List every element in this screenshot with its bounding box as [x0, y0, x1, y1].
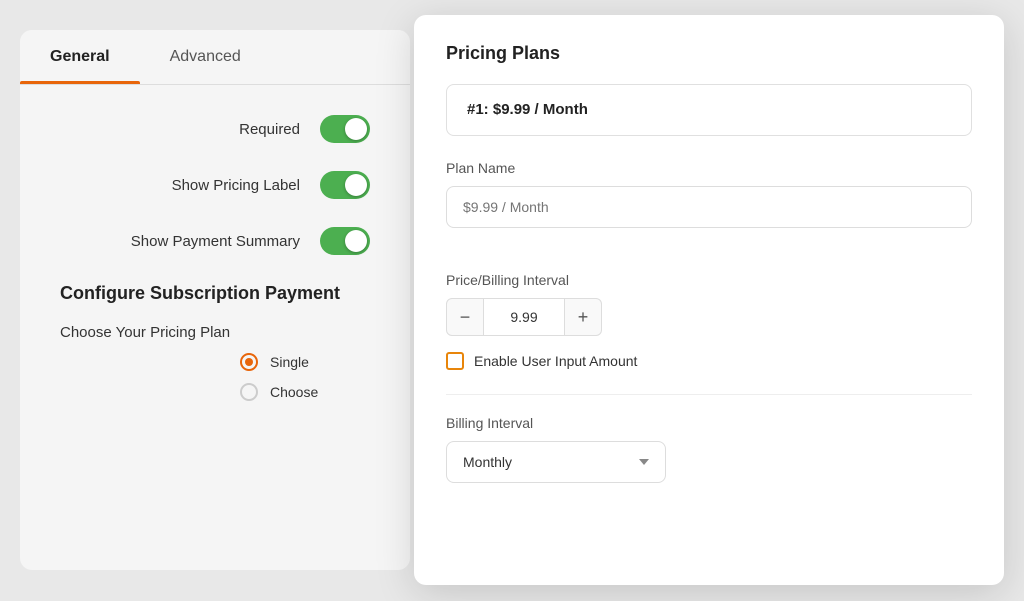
plan-header: #1: $9.99 / Month: [446, 84, 972, 136]
divider: [446, 394, 972, 395]
plan-options: Single Choose: [60, 353, 370, 401]
price-billing-label: Price/Billing Interval: [446, 272, 972, 288]
single-option-label: Single: [270, 354, 309, 370]
choose-option-label: Choose: [270, 384, 318, 400]
show-payment-summary-toggle[interactable]: [320, 227, 370, 255]
plus-button[interactable]: +: [564, 298, 602, 336]
plan-header-title: #1: $9.99 / Month: [467, 101, 588, 118]
enable-user-input-row: Enable User Input Amount: [446, 352, 972, 370]
single-option-row: Single: [240, 353, 370, 371]
show-pricing-label-label: Show Pricing Label: [172, 177, 300, 194]
required-toggle[interactable]: [320, 115, 370, 143]
enable-user-input-label: Enable User Input Amount: [474, 353, 637, 369]
pricing-plans-modal: Pricing Plans #1: $9.99 / Month Plan Nam…: [414, 15, 1004, 585]
tab-advanced[interactable]: Advanced: [140, 30, 271, 84]
choose-option-row: Choose: [240, 383, 370, 401]
price-controls: − +: [446, 298, 972, 336]
price-billing-section: Price/Billing Interval − + Enable User I…: [446, 272, 972, 370]
billing-interval-select[interactable]: Monthly: [446, 441, 666, 483]
settings-panel: General Advanced Required Show Pricing L…: [20, 30, 410, 570]
billing-interval-value: Monthly: [463, 454, 512, 470]
price-input[interactable]: [484, 298, 564, 336]
required-row: Required: [60, 115, 370, 143]
billing-interval-section: Billing Interval Monthly: [446, 415, 972, 483]
billing-interval-label: Billing Interval: [446, 415, 972, 431]
radio-single[interactable]: [240, 353, 258, 371]
tabs-row: General Advanced: [20, 30, 410, 85]
chevron-down-icon: [639, 459, 649, 465]
plan-name-input[interactable]: [446, 186, 972, 228]
plan-name-label: Plan Name: [446, 160, 972, 176]
minus-button[interactable]: −: [446, 298, 484, 336]
required-label: Required: [239, 121, 300, 138]
radio-choose[interactable]: [240, 383, 258, 401]
configure-section-title: Configure Subscription Payment: [60, 283, 370, 304]
show-pricing-label-row: Show Pricing Label: [60, 171, 370, 199]
plan-name-section: Plan Name: [446, 160, 972, 252]
show-payment-summary-label: Show Payment Summary: [131, 233, 300, 250]
show-pricing-label-toggle[interactable]: [320, 171, 370, 199]
tab-general[interactable]: General: [20, 30, 140, 84]
pricing-plan-label-row: Choose Your Pricing Plan: [60, 324, 370, 341]
settings-content: Required Show Pricing Label Show Payment…: [20, 85, 410, 443]
pricing-plan-label: Choose Your Pricing Plan: [60, 324, 230, 341]
show-payment-summary-row: Show Payment Summary: [60, 227, 370, 255]
modal-title: Pricing Plans: [446, 43, 972, 64]
enable-user-input-checkbox[interactable]: [446, 352, 464, 370]
